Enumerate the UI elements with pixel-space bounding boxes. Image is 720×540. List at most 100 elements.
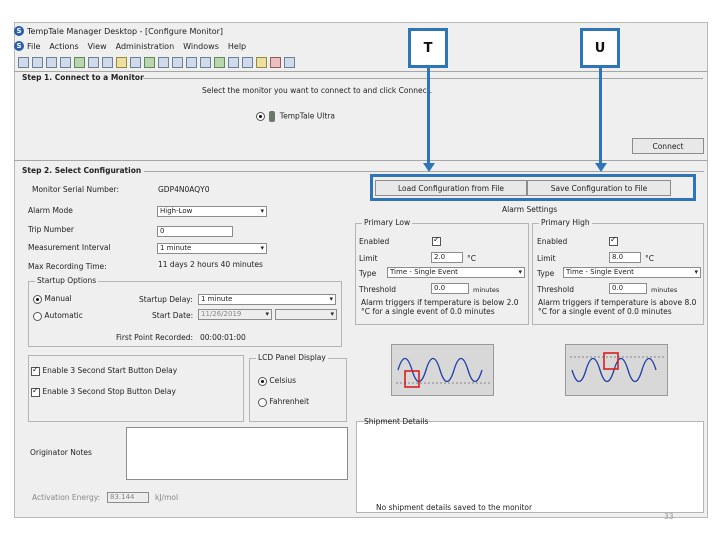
step1-heading: Step 1. Connect to a Monitor	[22, 73, 144, 82]
high-type-select[interactable]: Time - Single Event	[563, 267, 701, 278]
lcd-panel-title: LCD Panel Display	[256, 353, 328, 362]
high-enabled-checkbox[interactable]	[609, 235, 618, 246]
dropdown-icon[interactable]	[284, 56, 295, 68]
menu-view[interactable]: View	[88, 42, 107, 51]
low-threshold-input[interactable]: 0.0	[431, 283, 469, 294]
document-icon[interactable]	[46, 56, 57, 68]
high-threshold-unit: minutes	[651, 286, 678, 294]
high-limit-unit: °C	[645, 254, 654, 263]
first-point-label: First Point Recorded:	[116, 333, 193, 342]
high-enabled-option[interactable]	[609, 235, 618, 246]
chart-icon[interactable]	[214, 56, 225, 68]
temptale-ultra-radio[interactable]	[256, 112, 265, 121]
globe-icon[interactable]	[270, 56, 281, 68]
temptale-device-icon	[269, 111, 276, 122]
menu-administration[interactable]: Administration	[116, 42, 175, 51]
startup-delay-select[interactable]: 1 minute	[198, 294, 336, 305]
download-icon[interactable]	[88, 56, 99, 68]
trip-number-input[interactable]: 0	[157, 226, 233, 237]
menu-help[interactable]: Help	[228, 42, 246, 51]
report-icon[interactable]	[116, 56, 127, 68]
primary-high-title: Primary High	[539, 218, 592, 227]
alarm-mode-label: Alarm Mode	[28, 206, 73, 215]
high-limit-label: Limit	[537, 254, 556, 263]
startup-manual-option[interactable]: Manual	[33, 294, 72, 304]
startup-manual-radio[interactable]	[33, 294, 42, 304]
serial-number-label: Monitor Serial Number:	[32, 185, 120, 194]
upload-icon[interactable]	[102, 56, 113, 68]
print-icon[interactable]	[130, 56, 141, 68]
zoom-in-icon[interactable]	[172, 56, 183, 68]
zoom-out-icon[interactable]	[186, 56, 197, 68]
activation-energy-label: Activation Energy:	[32, 493, 101, 502]
startup-automatic-label: Automatic	[44, 311, 83, 320]
callout-t-arrow	[427, 68, 430, 164]
measurement-interval-select[interactable]: 1 minute	[157, 243, 267, 254]
low-enabled-label: Enabled	[359, 237, 390, 246]
start-date-select[interactable]: 11/26/2019	[198, 309, 272, 320]
enable-start-delay-option[interactable]: Enable 3 Second Start Button Delay	[31, 365, 178, 376]
enable-start-delay-label: Enable 3 Second Start Button Delay	[42, 366, 178, 375]
serial-number-value: GDP4N0AQY0	[158, 185, 210, 194]
callout-t-arrowhead	[423, 163, 435, 172]
temptale-ultra-option[interactable]: TempTale Ultra	[256, 111, 335, 122]
startup-automatic-option[interactable]: Automatic	[33, 311, 83, 321]
alarm-mode-select[interactable]: High-Low	[157, 206, 267, 217]
start-time-select[interactable]	[275, 309, 337, 320]
search-icon[interactable]	[200, 56, 211, 68]
high-enabled-label: Enabled	[537, 237, 568, 246]
temptale-app-icon: S	[14, 26, 24, 36]
mail-icon[interactable]	[256, 56, 267, 68]
lcd-panel-group: LCD Panel Display	[249, 353, 347, 422]
fahrenheit-option[interactable]: Fahrenheit	[258, 397, 309, 407]
low-enabled-checkbox[interactable]	[432, 235, 441, 246]
low-enabled-option[interactable]	[432, 235, 441, 246]
callout-u: U	[580, 28, 620, 68]
step1-instruction: Select the monitor you want to connect t…	[202, 86, 433, 95]
menu-bar: S File Actions View Administration Windo…	[14, 39, 255, 53]
enable-start-delay-checkbox[interactable]	[31, 365, 40, 376]
menu-actions[interactable]: Actions	[49, 42, 78, 51]
copy-icon[interactable]	[60, 56, 71, 68]
low-threshold-unit: minutes	[473, 286, 500, 294]
originator-notes-input[interactable]	[126, 427, 348, 480]
low-type-label: Type	[359, 269, 377, 278]
graph-icon[interactable]	[242, 56, 253, 68]
title-bar: S TempTale Manager Desktop - [Configure …	[14, 24, 223, 38]
primary-low-title: Primary Low	[362, 218, 413, 227]
measurement-interval-label: Measurement Interval	[28, 243, 111, 252]
fahrenheit-label: Fahrenheit	[269, 397, 310, 406]
connect-button[interactable]: Connect	[632, 138, 704, 154]
high-limit-input[interactable]: 8.0	[609, 252, 641, 263]
celsius-radio[interactable]	[258, 376, 267, 386]
low-limit-unit: °C	[467, 254, 476, 263]
low-limit-label: Limit	[359, 254, 378, 263]
mdi-app-icon[interactable]: S	[14, 41, 24, 51]
step1-heading-rule	[143, 78, 703, 79]
enable-stop-delay-checkbox[interactable]	[31, 386, 40, 397]
trip-number-label: Trip Number	[28, 225, 74, 234]
celsius-option[interactable]: Celsius	[258, 376, 296, 386]
save-icon[interactable]	[32, 56, 43, 68]
shipment-empty-text: No shipment details saved to the monitor	[376, 503, 533, 512]
monitor-icon[interactable]	[74, 56, 85, 68]
startup-manual-label: Manual	[44, 294, 72, 303]
callout-u-arrow	[599, 68, 602, 164]
toolbar-divider	[14, 71, 708, 72]
high-threshold-input[interactable]: 0.0	[609, 283, 647, 294]
menu-file[interactable]: File	[27, 42, 40, 51]
enable-stop-delay-option[interactable]: Enable 3 Second Stop Button Delay	[31, 386, 176, 397]
table-icon[interactable]	[144, 56, 155, 68]
low-type-select[interactable]: Time - Single Event	[387, 267, 525, 278]
grid-icon[interactable]	[158, 56, 169, 68]
low-limit-input[interactable]: 2.0	[431, 252, 463, 263]
activation-energy-input[interactable]: 83.144	[107, 492, 149, 503]
startup-automatic-radio[interactable]	[33, 311, 42, 321]
step-divider	[14, 160, 708, 161]
menu-windows[interactable]: Windows	[183, 42, 219, 51]
high-threshold-label: Threshold	[537, 285, 574, 294]
fahrenheit-radio[interactable]	[258, 397, 267, 407]
bars-icon[interactable]	[228, 56, 239, 68]
low-alarm-wave-illustration	[391, 344, 494, 396]
open-folder-icon[interactable]	[18, 56, 29, 68]
